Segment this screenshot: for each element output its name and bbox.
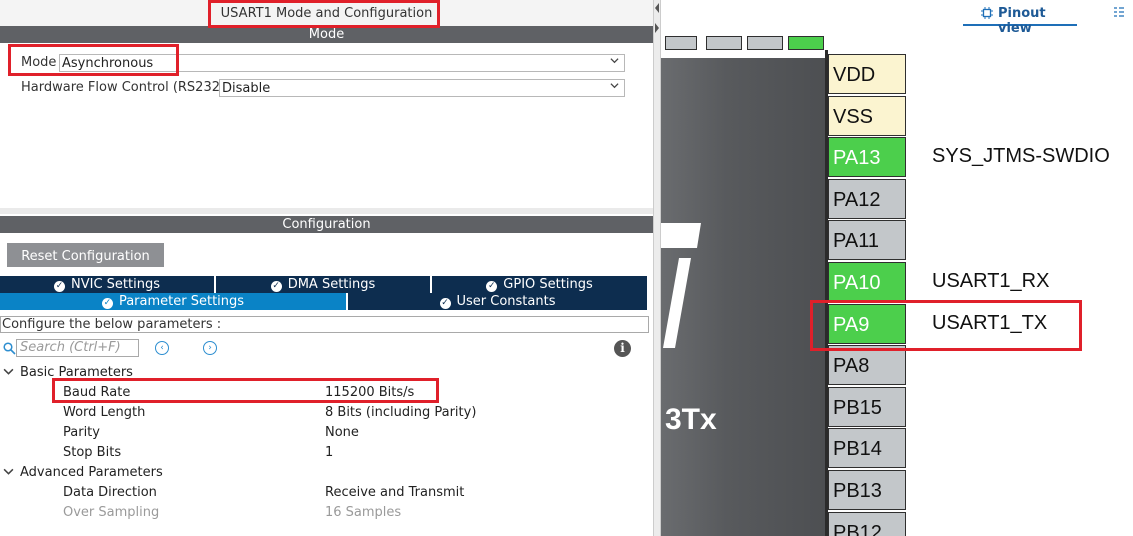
configuration-section-header: Configuration [0,216,653,233]
collapse-left-icon[interactable] [654,2,660,14]
pin-vdd[interactable]: VDD [828,54,906,94]
system-view-icon[interactable] [1113,6,1125,18]
pin-pa11[interactable]: PA11 [828,220,906,261]
mode-section-header: Mode [0,26,653,43]
pin-signal-label: SYS_JTMS-SWDIO [932,145,1110,168]
chevron-down-icon [610,83,619,89]
pin-pb14[interactable]: PB14 [828,428,906,469]
param-name: Over Sampling [63,505,160,520]
pin-pa10[interactable]: PA10 [828,262,906,302]
param-value[interactable]: 8 Bits (including Parity) [325,405,476,420]
tab-label: DMA Settings [287,277,376,292]
highlight-mode [8,44,179,76]
settings-tabs-row-1: ✓ NVIC Settings ✓ DMA Settings ✓ GPIO Setti… [0,276,647,293]
check-circle-icon: ✓ [101,298,113,309]
param-value[interactable]: Receive and Transmit [325,485,464,500]
tab-dma-settings[interactable]: ✓ DMA Settings [216,276,430,293]
param-value[interactable]: None [325,425,359,440]
pin-pb15[interactable]: PB15 [828,386,906,427]
tab-gpio-settings[interactable]: ✓ GPIO Settings [432,276,647,293]
chip-icon [981,7,993,19]
param-name: Stop Bits [63,445,122,460]
info-icon[interactable]: i [614,340,631,357]
flow-control-value: Disable [222,81,271,96]
check-circle-icon: ✓ [54,281,65,292]
chip-part-number: 3Tx [665,403,717,436]
previous-result-button[interactable]: ‹ [155,341,169,355]
search-icon [3,342,16,355]
tab-label: Parameter Settings [118,294,245,309]
pin-pa12[interactable]: PA12 [828,178,906,219]
pin-pb12[interactable]: PB12 [828,511,906,536]
next-result-button[interactable]: › [203,341,217,355]
param-value[interactable]: 1 [325,445,333,460]
pinout-view-label: Pinout view [998,6,1046,36]
param-group-header[interactable]: Advanced Parameters [3,464,163,482]
panel-divider[interactable] [653,0,661,536]
param-name: Parity [63,425,100,440]
pinout-panel: Pinout view 3Tx VDD VSS PA13 SYS_JTMS-SWDIO… [661,0,1133,536]
check-circle-icon: ✓ [486,281,498,292]
tab-pinout-view[interactable]: Pinout view [963,4,1077,36]
param-value: 16 Samples [325,505,402,520]
check-circle-icon: ✓ [439,298,451,309]
flow-control-label: Hardware Flow Control (RS232) [21,80,226,95]
search-input[interactable]: Search (Ctrl+F) [16,339,139,357]
param-name: Word Length [63,405,146,420]
check-circle-icon: ✓ [270,281,282,292]
pin-pa8[interactable]: PA8 [828,345,906,386]
top-pin[interactable] [747,36,783,50]
panel-splitter[interactable] [0,208,653,214]
chevron-down-icon [610,58,619,64]
highlight-title [208,0,440,28]
pin-vss[interactable]: VSS [828,95,906,136]
configure-instruction: Configure the below parameters : [0,316,649,333]
expand-right-icon[interactable] [654,22,660,34]
tab-label: NVIC Settings [71,277,160,292]
chevron-down-icon [3,468,14,475]
st-logo [661,223,701,348]
pin-pb13[interactable]: PB13 [828,470,906,510]
chevron-down-icon [3,368,14,375]
mcu-chip-body: 3Tx [661,58,825,536]
highlight-pa9 [810,300,1082,351]
tab-label: User Constants [456,294,556,309]
pin-pa13[interactable]: PA13 [828,137,906,178]
param-group-label: Advanced Parameters [20,465,163,480]
highlight-baud-rate [52,378,439,403]
flow-control-select[interactable]: Disable [219,79,625,97]
tab-parameter-settings[interactable]: ✓ Parameter Settings [0,293,346,310]
top-pin[interactable] [665,36,697,50]
reset-configuration-button[interactable]: Reset Configuration [7,243,164,267]
tab-user-constants[interactable]: ✓ User Constants [348,293,647,310]
param-name: Data Direction [63,485,157,500]
usart1-config-panel: USART1 Mode and Configuration Mode Mode … [0,0,653,536]
pin-signal-label: USART1_RX [932,270,1050,292]
top-pin[interactable] [706,36,742,50]
tab-label: GPIO Settings [503,277,593,292]
top-pin-used[interactable] [788,36,824,50]
settings-tabs-row-2: ✓ Parameter Settings ✓ User Constants [0,293,647,310]
tab-nvic-settings[interactable]: ✓ NVIC Settings [0,276,214,293]
